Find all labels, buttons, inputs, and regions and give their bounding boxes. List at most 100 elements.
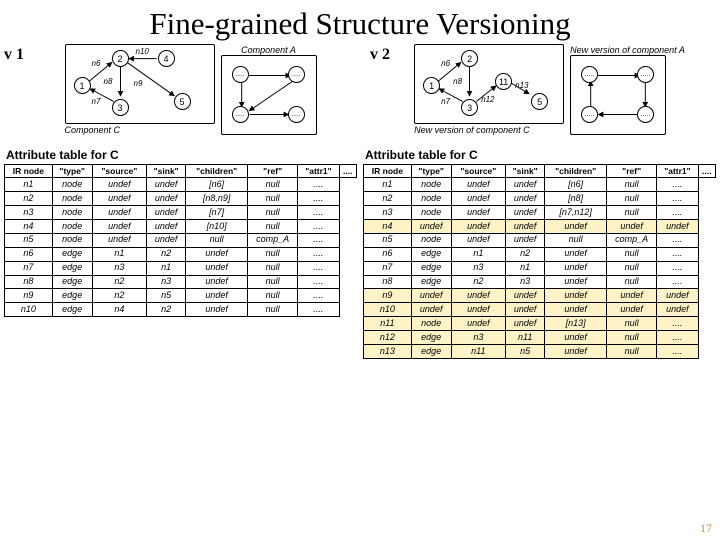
- table-cell: null: [606, 261, 656, 275]
- table-cell: node: [52, 233, 92, 247]
- table-cell: n3: [506, 275, 545, 289]
- table-cell: edge: [411, 331, 451, 345]
- table-cell: node: [411, 192, 451, 206]
- table-row: n10edgen4n2undefnull....: [5, 303, 357, 317]
- table-cell: n11: [451, 345, 505, 359]
- table-cell: edge: [411, 247, 451, 261]
- table-cell: ....: [298, 275, 339, 289]
- table-cell: node: [52, 206, 92, 220]
- table-cell: n5: [5, 233, 53, 247]
- table-cell: n11: [364, 317, 412, 331]
- col-header: "children": [186, 165, 248, 178]
- table-cell: undef: [545, 289, 607, 303]
- v2-graph-caption: New version of component C: [414, 125, 564, 135]
- table-row: n11nodeundefundef[n13]null....: [364, 317, 716, 331]
- edge-n13: n13: [515, 81, 528, 90]
- columns: 1 2 3 4 5 n6 n7 n8 n9 n10 Component C Co…: [0, 44, 720, 359]
- table-cell: ....: [298, 192, 339, 206]
- table-cell: ....: [657, 261, 698, 275]
- table-cell: ....: [657, 331, 698, 345]
- table-cell: null: [545, 233, 607, 247]
- col-header: "type": [52, 165, 92, 178]
- edge-n9: n9: [134, 79, 143, 88]
- table-cell: undef: [147, 220, 186, 234]
- table-cell: n6: [364, 247, 412, 261]
- table-cell: n3: [451, 261, 505, 275]
- table-row: n9edgen2n5undefnull....: [5, 289, 357, 303]
- col-header: IR node: [5, 165, 53, 178]
- table-cell: n7: [5, 261, 53, 275]
- table-cell: null: [606, 275, 656, 289]
- node-1: 1: [423, 77, 440, 94]
- table-row: n6edgen1n2undefnull....: [5, 247, 357, 261]
- table-cell: undef: [545, 331, 607, 345]
- table-row: n9undefundefundefundefundefundef: [364, 289, 716, 303]
- edge-n8: n8: [453, 77, 462, 86]
- table-cell: n10: [364, 303, 412, 317]
- table-cell: undef: [657, 303, 698, 317]
- v2-graph-main: 1 2 3 11 5 n6 n7 n8 n12 n13: [414, 44, 564, 124]
- table-cell: [n7]: [186, 206, 248, 220]
- table-row: n1nodeundefundef[n6]null....: [364, 178, 716, 192]
- table-cell: undef: [411, 289, 451, 303]
- table-cell: node: [52, 178, 92, 192]
- page-number: 17: [700, 521, 712, 536]
- table-cell: null: [247, 289, 297, 303]
- table-cell: edge: [52, 261, 92, 275]
- table-row: n3nodeundefundef[n7]null....: [5, 206, 357, 220]
- table-row: n8edgen2n3undefnull....: [5, 275, 357, 289]
- table-cell: n8: [5, 275, 53, 289]
- table-cell: ....: [298, 289, 339, 303]
- table-cell: n1: [147, 261, 186, 275]
- table-cell: ....: [298, 247, 339, 261]
- table-cell: ....: [298, 303, 339, 317]
- table-cell: node: [411, 317, 451, 331]
- table-cell: undef: [186, 261, 248, 275]
- v1-diagrams: 1 2 3 4 5 n6 n7 n8 n9 n10 Component C Co…: [24, 44, 357, 144]
- table-cell: n2: [147, 247, 186, 261]
- table-cell: ....: [298, 233, 339, 247]
- table-cell: undef: [147, 233, 186, 247]
- table-cell: null: [247, 178, 297, 192]
- node-5: 5: [174, 93, 191, 110]
- table-cell: undef: [506, 303, 545, 317]
- table-cell: n2: [147, 303, 186, 317]
- v2-comp-wrap: New version of component A ..... ..... .…: [570, 44, 685, 135]
- table-cell: n5: [364, 233, 412, 247]
- table-cell: n12: [364, 331, 412, 345]
- table-cell: n6: [5, 247, 53, 261]
- col-header: "ref": [606, 165, 656, 178]
- table-cell: undef: [92, 233, 146, 247]
- table-cell: undef: [545, 303, 607, 317]
- table-cell: null: [186, 233, 248, 247]
- table-cell: ....: [298, 220, 339, 234]
- col-header: "sink": [147, 165, 186, 178]
- comp-node: .....: [232, 106, 249, 123]
- col-header: "sink": [506, 165, 545, 178]
- table-cell: undef: [545, 275, 607, 289]
- edge-n12: n12: [481, 95, 494, 104]
- node-3: 3: [112, 99, 129, 116]
- table-cell: comp_A: [247, 233, 297, 247]
- table-cell: edge: [52, 303, 92, 317]
- col-header: "source": [92, 165, 146, 178]
- table-cell: undef: [506, 233, 545, 247]
- table-cell: n1: [92, 247, 146, 261]
- node-1: 1: [74, 77, 91, 94]
- col-header: IR node: [364, 165, 412, 178]
- table-cell: n2: [506, 247, 545, 261]
- edge-n6: n6: [92, 59, 101, 68]
- table-cell: undef: [92, 178, 146, 192]
- table-cell: undef: [411, 303, 451, 317]
- table-cell: undef: [506, 192, 545, 206]
- comp-node: .....: [288, 66, 305, 83]
- table-cell: n3: [147, 275, 186, 289]
- col-header: "type": [411, 165, 451, 178]
- table-cell: ....: [657, 275, 698, 289]
- table-cell: null: [247, 247, 297, 261]
- col-v2: 1 2 3 11 5 n6 n7 n8 n12 n13 New version …: [363, 44, 716, 359]
- node-4: 4: [158, 50, 175, 67]
- v1-comp-box: ..... ..... ..... .....: [221, 55, 317, 135]
- table-cell: [n8,n9]: [186, 192, 248, 206]
- col-header: "source": [451, 165, 505, 178]
